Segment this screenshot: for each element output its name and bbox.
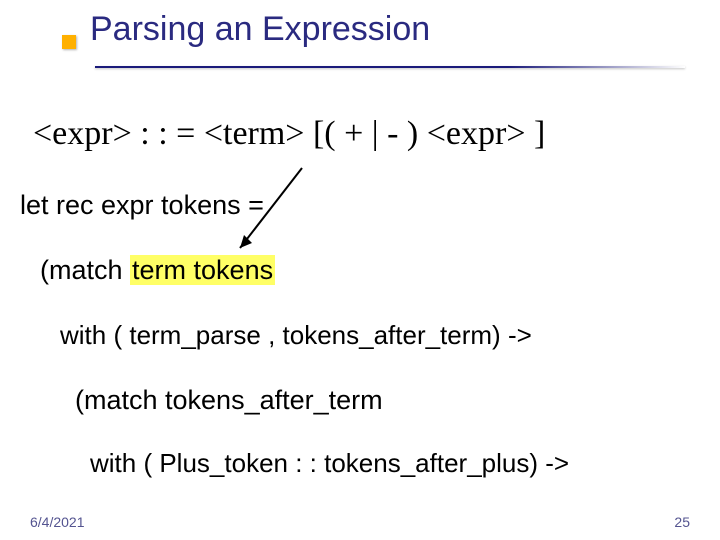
code-line-1: let rec expr tokens = <box>20 190 264 221</box>
code-line-3: with ( term_parse , tokens_after_term) -… <box>60 320 532 351</box>
code-line-2-pre: (match <box>40 255 130 285</box>
code-line-5: with ( Plus_token : : tokens_after_plus)… <box>90 448 569 479</box>
title-underline <box>95 66 685 68</box>
code-line-2-highlight: term tokens <box>130 255 275 285</box>
footer-date: 6/4/2021 <box>30 514 85 530</box>
slide: Parsing an Expression <expr> : : = <term… <box>0 0 720 540</box>
footer-page-number: 25 <box>674 514 690 530</box>
code-line-4: (match tokens_after_term <box>75 385 383 416</box>
code-line-2: (match term tokens <box>40 255 275 286</box>
title-area: Parsing an Expression <box>90 10 430 49</box>
slide-title: Parsing an Expression <box>90 10 430 49</box>
grammar-rule: <expr> : : = <term> [( + | - ) <expr> ] <box>33 115 545 153</box>
title-bullet-icon <box>62 35 76 49</box>
